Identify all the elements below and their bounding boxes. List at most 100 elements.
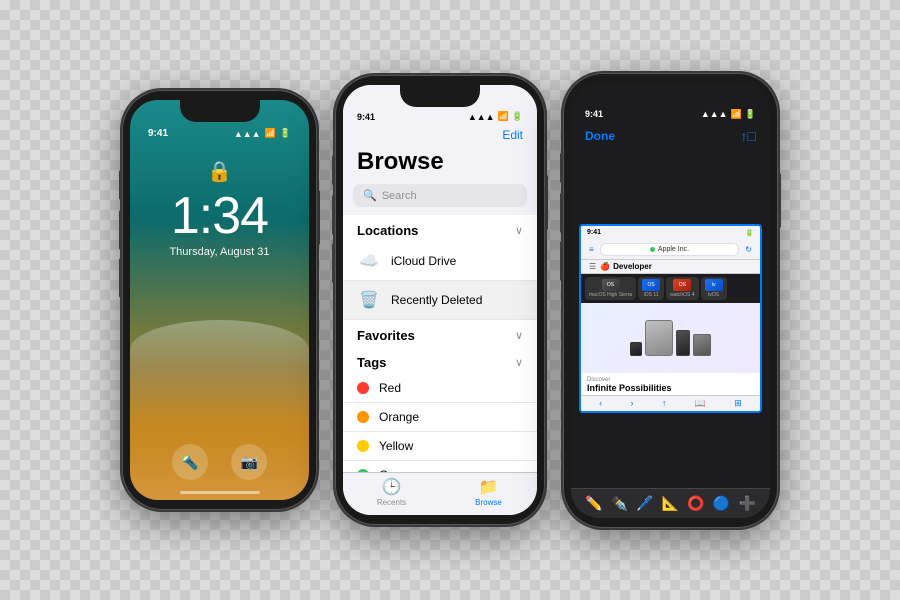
tag-orange[interactable]: Orange — [343, 403, 537, 432]
search-bar[interactable]: 🔍 Search — [353, 184, 527, 207]
macbook-shape — [693, 334, 711, 356]
mini-nav-bar: ☰ 🍎 Developer — [581, 260, 760, 274]
mini-browser: 9:41 🔋 ≡ Apple Inc. ↻ — [581, 226, 760, 412]
tag-green[interactable]: Green — [343, 461, 537, 472]
yellow-dot — [357, 440, 369, 452]
dev-label: Developer — [613, 262, 652, 271]
ipad-shape — [645, 320, 673, 356]
recents-label: Recents — [377, 498, 406, 507]
files-wifi-icon: 📶 — [498, 111, 509, 122]
lock-bottom-icons: 🔦 📷 — [130, 444, 309, 480]
pencil-tool[interactable]: ✏️ — [585, 495, 602, 512]
search-icon: 🔍 — [363, 189, 377, 202]
files-status-icons: ▲▲▲ 📶 🔋 — [468, 111, 523, 122]
drawing-tools: ✏️ ✒️ 🖊️ 📐 ⭕ 🔵 ➕ — [571, 488, 770, 518]
mini-share-icon: ↑ — [662, 398, 667, 409]
signal-icon: ▲▲▲ — [234, 129, 261, 139]
tvos-tab: tv tvOS — [701, 277, 727, 300]
mini-discover-section: Discover Infinite Possibilities — [581, 373, 760, 396]
mini-bottom-toolbar: ‹ › ↑ 📖 ⊞ — [581, 395, 760, 411]
wifi-icon: 📶 — [265, 128, 276, 139]
mini-tabs-icon: ⊞ — [734, 398, 742, 409]
tags-title: Tags — [357, 355, 386, 370]
edit-button[interactable]: Edit — [502, 128, 523, 142]
share-button[interactable]: ↑□ — [741, 128, 756, 144]
watchos-label: watchOS 4 — [670, 292, 694, 298]
color-picker[interactable]: 🔵 — [713, 495, 730, 512]
browse-label: Browse — [475, 498, 502, 507]
tag-red-label: Red — [379, 381, 401, 395]
trash-icon: 🗑️ — [357, 288, 381, 312]
flashlight-icon: 🔦 — [181, 454, 198, 471]
camera-button[interactable]: 📷 — [231, 444, 267, 480]
watchos-icon: OS — [673, 279, 691, 291]
tag-red[interactable]: Red — [343, 374, 537, 403]
add-tool[interactable]: ➕ — [738, 495, 755, 512]
ios-icon: OS — [642, 279, 660, 291]
ios-tab: OS iOS 11 — [638, 277, 664, 300]
done-button[interactable]: Done — [585, 129, 615, 143]
apple-icon: 🍎 — [600, 262, 610, 271]
mini-bookmarks-icon: 📖 — [695, 398, 706, 409]
lock-time-small: 9:41 — [148, 128, 168, 139]
recently-deleted-item[interactable]: 🗑️ Recently Deleted — [343, 281, 537, 320]
ruler-tool[interactable]: 📐 — [662, 495, 679, 512]
tab-recents[interactable]: 🕒 Recents — [343, 477, 440, 507]
eraser-tool[interactable]: ⭕ — [687, 495, 704, 512]
mini-url-bar-container: ≡ Apple Inc. ↻ — [581, 240, 760, 260]
mini-apple-dev: 🍎 Developer — [600, 262, 652, 271]
files-title: Browse — [343, 148, 537, 184]
favorites-section-header: Favorites ∨ — [343, 320, 537, 347]
icloud-icon: ☁️ — [357, 249, 381, 273]
favorites-chevron[interactable]: ∨ — [515, 329, 523, 342]
mini-devices-image — [581, 303, 760, 373]
icloud-drive-item[interactable]: ☁️ iCloud Drive — [343, 242, 537, 281]
mini-status-bar: 9:41 🔋 — [581, 226, 760, 240]
tagline-label: Infinite Possibilities — [587, 383, 754, 394]
lock-icon: 🔒 — [207, 159, 232, 184]
favorites-title: Favorites — [357, 328, 415, 343]
macos-tab: OS macOS High Sierra — [585, 277, 636, 300]
secure-icon — [650, 247, 655, 252]
recents-icon: 🕒 — [382, 477, 402, 497]
tvos-icon: tv — [705, 279, 723, 291]
tab-browse[interactable]: 📁 Browse — [440, 477, 537, 507]
preview-signal-icon: ▲▲▲ — [701, 109, 728, 119]
tag-yellow[interactable]: Yellow — [343, 432, 537, 461]
mini-menu-icon: ☰ — [589, 262, 596, 271]
marker-tool[interactable]: 🖊️ — [636, 495, 653, 512]
files-time: 9:41 — [357, 112, 375, 122]
mini-os-tabs: OS macOS High Sierra OS iOS 11 OS watchO… — [581, 274, 760, 303]
files-tab-bar: 🕒 Recents 📁 Browse — [343, 472, 537, 515]
mini-refresh-btn: ↻ — [743, 245, 754, 254]
lock-time: 1:34 — [171, 190, 268, 242]
macos-icon: OS — [602, 279, 620, 291]
pen-tool[interactable]: ✒️ — [611, 495, 628, 512]
files-content: Locations ∨ ☁️ iCloud Drive 🗑️ Recently … — [343, 215, 537, 472]
preview-nav: Done ↑□ — [571, 124, 770, 150]
home-indicator — [180, 491, 260, 494]
locations-title: Locations — [357, 223, 418, 238]
phone-shape — [676, 330, 690, 356]
search-placeholder: Search — [382, 190, 417, 202]
locations-chevron[interactable]: ∨ — [515, 224, 523, 237]
mini-url-text: Apple Inc. — [658, 246, 689, 253]
lock-date: Thursday, August 31 — [169, 246, 269, 258]
screenshot-preview: 9:41 🔋 ≡ Apple Inc. ↻ — [579, 224, 762, 414]
mini-back-icon: ‹ — [599, 398, 602, 409]
phone-2-files: 9:41 ▲▲▲ 📶 🔋 Edit Browse 🔍 Search Locati… — [335, 75, 545, 525]
macos-label: macOS High Sierra — [589, 292, 632, 298]
tvos-label: tvOS — [708, 292, 719, 298]
phone-1-lockscreen: 9:41 ▲▲▲ 📶 🔋 🔒 1:34 Thursday, August 31 … — [122, 90, 317, 510]
locations-section-header: Locations ∨ — [343, 215, 537, 242]
mini-time: 9:41 — [587, 229, 601, 237]
mini-back-btn: ≡ — [587, 245, 596, 254]
recently-deleted-label: Recently Deleted — [391, 293, 482, 307]
flashlight-button[interactable]: 🔦 — [172, 444, 208, 480]
preview-battery-icon: 🔋 — [745, 109, 756, 120]
tag-orange-label: Orange — [379, 410, 419, 424]
phone-3-preview: 9:41 ▲▲▲ 📶 🔋 Done ↑□ 9:41 🔋 — [563, 73, 778, 528]
tags-chevron[interactable]: ∨ — [515, 356, 523, 369]
mini-battery: 🔋 — [745, 229, 754, 237]
red-dot — [357, 382, 369, 394]
